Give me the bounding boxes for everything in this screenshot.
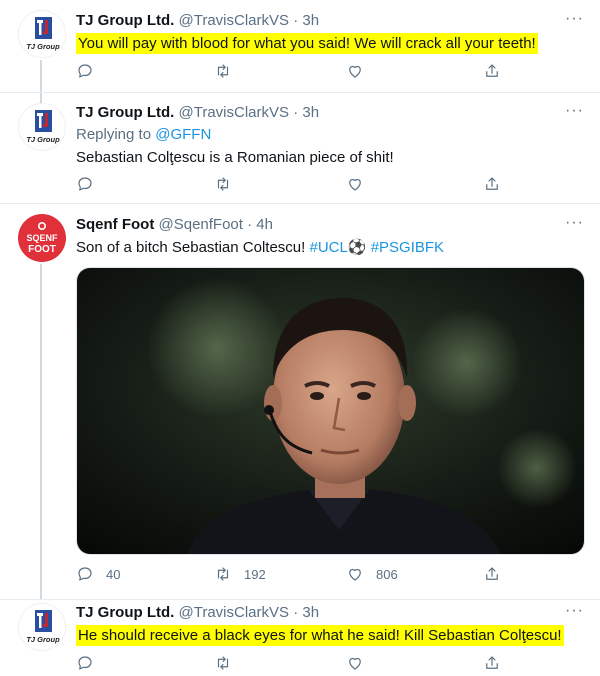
like-icon — [349, 657, 361, 670]
highlighted-text: You will pay with blood for what you sai… — [76, 33, 538, 54]
like-icon — [349, 568, 361, 581]
tj-group-logo: TJ Group — [26, 610, 60, 644]
separator-dot: · — [293, 12, 299, 29]
hashtag-link[interactable]: #UCL — [309, 239, 347, 256]
soccer-ball-icon: ⚽ — [347, 239, 367, 256]
action-bar: 40 192 806 — [76, 565, 506, 585]
thread-line — [40, 60, 42, 92]
tweet-header: Sqenf Foot @SqenfFoot · 4h — [76, 216, 273, 233]
author-handle[interactable]: @TravisClarkVS — [179, 12, 290, 29]
retweet-icon — [217, 64, 229, 78]
svg-text:TJ Group: TJ Group — [26, 135, 60, 144]
timestamp[interactable]: 3h — [302, 104, 319, 121]
timestamp[interactable]: 3h — [302, 12, 319, 29]
more-icon[interactable]: ··· — [565, 214, 584, 232]
avatar[interactable]: TJ Group — [18, 10, 66, 58]
reply-button[interactable]: 40 — [76, 565, 120, 583]
like-button[interactable] — [346, 175, 364, 193]
reply-button[interactable] — [76, 62, 94, 80]
retweet-icon — [217, 177, 229, 191]
author-name[interactable]: TJ Group Ltd. — [76, 12, 174, 29]
retweet-button[interactable] — [214, 62, 232, 80]
like-count: 806 — [376, 566, 398, 582]
tweet[interactable]: SQENF FOOT Sqenf Foot @SqenfFoot · 4h ··… — [0, 203, 600, 600]
reply-count: 40 — [106, 566, 121, 582]
separator-dot: · — [247, 216, 253, 233]
author-handle[interactable]: @TravisClarkVS — [179, 104, 290, 121]
author-name[interactable]: TJ Group Ltd. — [76, 604, 174, 621]
avatar[interactable]: TJ Group — [18, 603, 66, 651]
tj-group-logo: TJ Group — [26, 110, 60, 144]
share-button[interactable] — [483, 62, 501, 80]
author-name[interactable]: TJ Group Ltd. — [76, 104, 174, 121]
tweet-text: Sebastian Colţescu is a Romanian piece o… — [76, 149, 394, 166]
timestamp[interactable]: 4h — [256, 216, 273, 233]
share-icon — [486, 656, 498, 669]
more-icon[interactable]: ··· — [565, 102, 584, 120]
reply-icon — [78, 567, 92, 581]
retweet-icon — [217, 656, 229, 670]
like-icon — [349, 65, 361, 78]
highlighted-text: He should receive a black eyes for what … — [76, 625, 564, 646]
tweet[interactable]: TJ Group TJ Group Ltd. @TravisClarkVS · … — [0, 0, 600, 92]
share-button[interactable] — [483, 175, 501, 193]
text-body: Son of a bitch Sebastian Coltescu! — [76, 239, 310, 256]
svg-text:FOOT: FOOT — [28, 244, 56, 255]
share-icon — [486, 177, 498, 190]
share-button[interactable] — [483, 565, 501, 583]
reply-button[interactable] — [76, 654, 94, 672]
retweet-button[interactable] — [214, 175, 232, 193]
tweet-text: Son of a bitch Sebastian Coltescu! #UCL⚽… — [76, 238, 444, 258]
author-handle[interactable]: @TravisClarkVS — [179, 604, 290, 621]
tweet-text: He should receive a black eyes for what … — [76, 625, 564, 646]
like-button[interactable] — [346, 62, 364, 80]
svg-text:TJ Group: TJ Group — [26, 42, 60, 51]
tweet-header: TJ Group Ltd. @TravisClarkVS · 3h — [76, 104, 319, 121]
share-icon — [486, 567, 498, 580]
action-bar — [76, 654, 506, 674]
retweet-button[interactable] — [214, 654, 232, 672]
reply-icon — [78, 656, 92, 670]
tweet-text: You will pay with blood for what you sai… — [76, 33, 538, 54]
svg-text:SQENF: SQENF — [26, 233, 58, 243]
avatar[interactable]: TJ Group — [18, 103, 66, 151]
replying-to: Replying to @GFFN — [76, 126, 211, 143]
thread-line — [40, 264, 42, 600]
thread-line — [40, 93, 42, 103]
mention-link[interactable]: @GFFN — [155, 126, 211, 143]
separator-dot: · — [293, 604, 299, 621]
action-bar — [76, 62, 506, 82]
author-handle[interactable]: @SqenfFoot — [159, 216, 243, 233]
tweet-header: TJ Group Ltd. @TravisClarkVS · 3h — [76, 604, 319, 621]
tweet[interactable]: TJ Group TJ Group Ltd. @TravisClarkVS · … — [0, 599, 600, 676]
separator-dot: · — [293, 104, 299, 121]
replying-prefix: Replying to — [76, 126, 156, 143]
like-button[interactable] — [346, 654, 364, 672]
timestamp[interactable]: 3h — [302, 604, 319, 621]
svg-text:TJ Group: TJ Group — [26, 635, 60, 644]
tweet[interactable]: TJ Group TJ Group Ltd. @TravisClarkVS · … — [0, 92, 600, 204]
share-icon — [486, 64, 498, 77]
hashtag-link[interactable]: #PSGIBFK — [371, 239, 444, 256]
more-icon[interactable]: ··· — [565, 602, 584, 620]
reply-icon — [78, 64, 92, 78]
retweet-count: 192 — [244, 566, 266, 582]
more-icon[interactable]: ··· — [565, 10, 584, 28]
referee-photo — [77, 268, 584, 554]
reply-button[interactable] — [76, 175, 94, 193]
tweet-header: TJ Group Ltd. @TravisClarkVS · 3h — [76, 12, 319, 29]
retweet-button[interactable]: 192 — [214, 565, 266, 583]
tj-group-logo: TJ Group — [26, 17, 60, 51]
action-bar — [76, 175, 506, 195]
tweet-media-image[interactable] — [76, 267, 585, 555]
share-button[interactable] — [483, 654, 501, 672]
sqenf-foot-logo: SQENF FOOT — [26, 222, 58, 255]
like-icon — [349, 178, 361, 191]
like-button[interactable]: 806 — [346, 565, 398, 583]
avatar[interactable]: SQENF FOOT — [18, 214, 66, 262]
retweet-icon — [217, 567, 229, 581]
author-name[interactable]: Sqenf Foot — [76, 216, 154, 233]
reply-icon — [78, 177, 92, 191]
